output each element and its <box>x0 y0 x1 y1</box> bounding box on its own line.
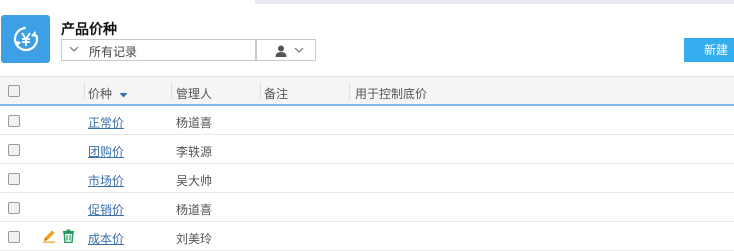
row-checkbox[interactable] <box>8 173 20 185</box>
column-header-remark[interactable]: 备注 <box>264 85 288 102</box>
row-checkbox[interactable] <box>8 202 20 214</box>
chevron-down-icon <box>294 47 304 53</box>
column-header-price-type[interactable]: 价种 <box>88 85 128 102</box>
grid-header: 价种 管理人 备注 用于控制底价 <box>0 76 734 106</box>
column-separator <box>84 83 85 100</box>
row-checkbox[interactable] <box>8 231 20 243</box>
table-row[interactable]: 促销价 杨道喜 <box>0 193 734 222</box>
column-separator <box>171 83 172 100</box>
price-type-link[interactable]: 促销价 <box>88 201 124 218</box>
price-type-link[interactable]: 成本价 <box>88 230 124 247</box>
table-row[interactable]: 市场价 吴大帅 <box>0 164 734 193</box>
new-button[interactable]: 新建 <box>684 38 734 62</box>
table-row[interactable]: 正常价 杨道喜 <box>0 106 734 135</box>
page-title: 产品价种 <box>61 22 117 38</box>
row-checkbox[interactable] <box>8 115 20 127</box>
product-price-icon <box>1 15 50 63</box>
manager-cell: 杨道喜 <box>176 203 213 217</box>
manager-cell: 李轶源 <box>176 145 213 159</box>
select-all-checkbox[interactable] <box>8 85 20 97</box>
top-strip <box>0 0 734 4</box>
pencil-icon[interactable] <box>42 229 56 243</box>
chevron-down-icon <box>69 46 79 52</box>
owner-filter-select[interactable] <box>256 39 316 61</box>
column-separator <box>349 83 350 100</box>
manager-cell: 杨道喜 <box>176 116 213 130</box>
person-icon <box>275 45 287 57</box>
view-select[interactable]: 所有记录 <box>61 39 256 61</box>
row-checkbox[interactable] <box>8 144 20 156</box>
column-header-label: 价种 <box>88 87 113 101</box>
table-row[interactable]: 团购价 李轶源 <box>0 135 734 164</box>
sort-desc-icon <box>119 92 128 97</box>
column-header-manager[interactable]: 管理人 <box>176 85 212 102</box>
price-type-link[interactable]: 团购价 <box>88 143 124 160</box>
column-header-floor-price[interactable]: 用于控制底价 <box>355 85 427 102</box>
table-row[interactable]: 成本价 刘美玲 <box>0 222 734 251</box>
manager-cell: 刘美玲 <box>176 232 213 246</box>
trash-icon[interactable] <box>62 229 75 243</box>
price-type-link[interactable]: 市场价 <box>88 172 124 189</box>
manager-cell: 吴大帅 <box>176 174 213 188</box>
column-separator <box>260 83 261 100</box>
view-select-label: 所有记录 <box>89 45 138 59</box>
tab-line <box>255 0 734 4</box>
price-type-link[interactable]: 正常价 <box>88 114 124 131</box>
